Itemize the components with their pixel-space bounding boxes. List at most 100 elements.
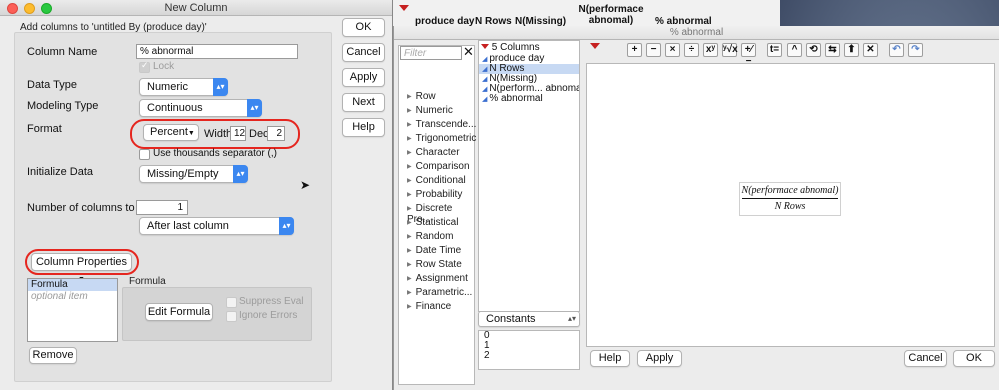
dialog-title: New Column <box>164 2 228 14</box>
initialize-data-select[interactable]: Missing/Empty ▴▾ <box>139 165 248 183</box>
format-select-button[interactable]: Percent▼ <box>143 124 199 141</box>
columns-menu-icon[interactable] <box>481 44 489 49</box>
cancel-button[interactable]: Cancel <box>342 43 385 62</box>
formula-expression[interactable]: N(performace abnomal) N Rows <box>739 182 841 216</box>
column-properties-button[interactable]: Column Properties ▼ <box>31 253 132 283</box>
property-item-formula[interactable]: Formula <box>28 279 117 291</box>
editor-cancel-button[interactable]: Cancel <box>904 350 947 367</box>
function-group-item[interactable]: Random <box>407 231 454 242</box>
formula-canvas[interactable]: N(performace abnomal) N Rows <box>586 63 995 347</box>
modeling-type-label: Modeling Type <box>27 100 99 112</box>
column-name-label: Column Name <box>27 46 98 58</box>
function-group-item[interactable]: Character <box>407 147 460 158</box>
column-position-select[interactable]: After last column ▴▾ <box>139 217 294 235</box>
constant-item[interactable]: 1 <box>484 341 579 351</box>
toolbar-delete-icon[interactable]: ✕ <box>863 43 878 57</box>
column-item-label: produce day <box>489 54 545 64</box>
num-columns-input[interactable]: 1 <box>136 200 188 215</box>
col-header-n-performace[interactable]: N(performace abnomal) <box>565 4 657 26</box>
initialize-data-value: Missing/Empty <box>147 168 219 180</box>
function-group-item[interactable]: Assignment <box>407 273 468 284</box>
column-item[interactable]: ◢ produce day <box>479 54 579 64</box>
column-item[interactable]: ◢ N(perform... abnomal) <box>479 84 579 94</box>
toolbar-multiply-icon[interactable]: × <box>665 43 680 57</box>
red-triangle-menu-icon[interactable] <box>399 5 409 11</box>
modeling-type-value: Continuous <box>147 102 203 114</box>
filter-input[interactable]: Filter <box>400 46 462 60</box>
editor-ok-button[interactable]: OK <box>953 350 995 367</box>
dialog-titlebar: New Column <box>0 0 392 16</box>
select-arrows-icon: ▴▾ <box>247 99 262 117</box>
toolbar-assign-icon[interactable]: t= <box>767 43 782 57</box>
function-group-item[interactable]: Numeric <box>407 105 453 116</box>
suppress-eval-checkbox[interactable] <box>226 297 237 308</box>
toolbar-add-icon[interactable]: + <box>627 43 642 57</box>
function-group-item[interactable]: Row State <box>407 259 462 270</box>
thousands-separator-checkbox[interactable] <box>139 149 150 160</box>
column-properties-list[interactable]: Formula optional item <box>27 278 118 342</box>
width-input[interactable]: 12 <box>230 126 246 141</box>
mouse-cursor-icon: ➤ <box>300 178 311 192</box>
select-arrows-icon: ▴▾ <box>279 217 294 235</box>
editor-menu-icon[interactable] <box>590 43 600 49</box>
column-item[interactable]: ◢ N Rows <box>479 64 579 74</box>
formula-numerator[interactable]: N(performace abnomal) <box>740 183 840 196</box>
constant-item[interactable]: 0 <box>484 331 579 341</box>
toolbar-divide-icon[interactable]: ÷ <box>684 43 699 57</box>
function-group-item[interactable]: Transcende... <box>407 119 477 130</box>
function-group-item[interactable]: Probability <box>407 189 463 200</box>
columns-header: 5 Columns <box>479 41 579 54</box>
minimize-window-icon[interactable] <box>24 3 35 14</box>
apply-button[interactable]: Apply <box>342 68 385 87</box>
format-value: Percent <box>150 126 188 138</box>
column-properties-label: Column Properties <box>35 256 128 268</box>
zoom-window-icon[interactable] <box>41 3 52 14</box>
function-group-item[interactable]: Statistical <box>407 217 459 228</box>
constants-select-value: Constants <box>486 313 536 325</box>
function-group-item[interactable]: Parametric... <box>407 287 473 298</box>
toolbar-swap-icon[interactable]: ⇆ <box>825 43 840 57</box>
function-group-item[interactable]: Comparison <box>407 161 470 172</box>
toolbar-up-icon[interactable]: ⬆ <box>844 43 859 57</box>
editor-help-button[interactable]: Help <box>590 350 630 367</box>
remove-button[interactable]: Remove <box>29 347 77 364</box>
formula-group-label: Formula <box>129 276 166 287</box>
column-item[interactable]: ◢ N(Missing) <box>479 74 579 84</box>
toolbar-undo-icon[interactable]: ↶ <box>889 43 904 57</box>
close-window-icon[interactable] <box>7 3 18 14</box>
toolbar-power-icon[interactable]: xʸ <box>703 43 718 57</box>
toolbar-plus-minus-icon[interactable]: +⁄− <box>741 43 756 67</box>
constants-select[interactable]: Constants ▴▾ <box>478 311 580 327</box>
next-button[interactable]: Next <box>342 93 385 112</box>
toolbar-redo-icon[interactable]: ↷ <box>908 43 923 57</box>
data-type-select[interactable]: Numeric ▴▾ <box>139 78 228 96</box>
function-group-item[interactable]: Date Time <box>407 245 462 256</box>
width-label: Width <box>204 128 233 140</box>
help-button[interactable]: Help <box>342 118 385 137</box>
constant-item[interactable]: 2 <box>484 351 579 361</box>
toolbar-root-icon[interactable]: ʸ√x <box>722 43 738 57</box>
function-browser: Filter ✕ Row Numeric Transcende... Trigonom… <box>398 45 477 385</box>
function-group-item[interactable]: Conditional <box>407 175 466 186</box>
function-group-item[interactable]: Trigonometric <box>407 133 477 144</box>
checkmark-icon: ✓ <box>141 60 149 70</box>
ignore-errors-checkbox[interactable] <box>226 311 237 322</box>
toolbar-local-icon[interactable]: ⟲ <box>806 43 821 57</box>
function-group-item[interactable]: Finance <box>407 301 452 312</box>
formula-editor-titlebar: % abnormal <box>394 26 999 40</box>
lock-checkbox[interactable]: ✓ <box>139 60 150 73</box>
property-item-optional[interactable]: optional item <box>28 291 117 302</box>
clear-filter-icon[interactable]: ✕ <box>463 45 474 59</box>
dec-input[interactable]: 2 <box>267 126 285 141</box>
thousands-separator-label: Use thousands separator (,) <box>153 148 277 159</box>
toolbar-subtract-icon[interactable]: − <box>646 43 661 57</box>
column-item[interactable]: ◢ % abnormal <box>479 94 579 104</box>
edit-formula-button[interactable]: Edit Formula <box>145 303 213 321</box>
ok-button[interactable]: OK <box>342 18 385 37</box>
editor-apply-button[interactable]: Apply <box>637 350 682 367</box>
function-group-item[interactable]: Row <box>407 91 436 102</box>
modeling-type-select[interactable]: Continuous ▴▾ <box>139 99 262 117</box>
formula-denominator[interactable]: N Rows <box>742 198 838 212</box>
toolbar-caret-icon[interactable]: ^ <box>787 43 802 57</box>
column-name-input[interactable]: % abnormal <box>136 44 298 59</box>
